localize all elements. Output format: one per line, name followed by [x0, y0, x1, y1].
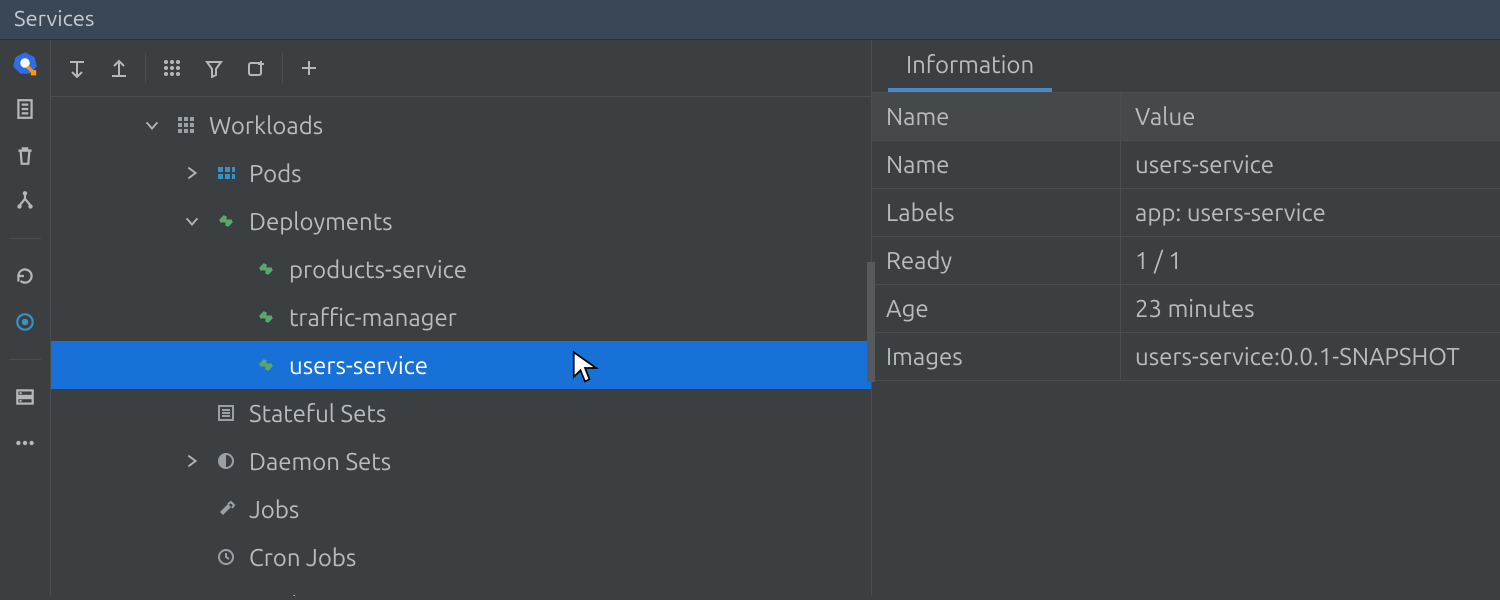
cell-name: Age — [872, 285, 1121, 332]
jobs-icon — [213, 496, 239, 522]
cell-value: users-service:0.0.1-SNAPSHOT — [1121, 333, 1474, 380]
cell-value: 23 minutes — [1121, 285, 1269, 332]
tree-node-deployments[interactable]: Deployments — [51, 197, 871, 245]
workloads-icon — [173, 112, 199, 138]
cell-value: app: users-service — [1121, 189, 1340, 236]
group-by-button[interactable] — [152, 50, 192, 86]
cell-value: 1 / 1 — [1121, 237, 1196, 284]
tree-label: Daemon Sets — [249, 448, 391, 475]
deployment-icon — [253, 352, 279, 378]
scrollbar[interactable] — [867, 262, 875, 382]
target-icon[interactable] — [12, 309, 38, 335]
cell-name: Ready — [872, 237, 1121, 284]
chevron-right-icon — [181, 164, 203, 182]
tree-node-jobs[interactable]: Jobs — [51, 485, 871, 533]
info-table: Name Value Nameusers-serviceLabelsapp: u… — [872, 93, 1500, 596]
panel-title-text: Services — [14, 6, 94, 31]
replica-sets-icon — [213, 592, 239, 596]
tree-toolbar — [51, 40, 871, 97]
cell-name: Name — [872, 141, 1121, 188]
tree-node-deployment-users-service[interactable]: users-service — [51, 341, 871, 389]
chevron-down-icon — [181, 212, 203, 230]
tree-node-pods[interactable]: Pods — [51, 149, 871, 197]
tree-label: traffic-manager — [289, 304, 457, 331]
chevron-down-icon — [141, 116, 163, 134]
daemon-set-icon — [213, 448, 239, 474]
tree: Workloads Pods Deployments products-serv… — [51, 97, 871, 596]
left-gutter — [0, 40, 51, 596]
tree-label: Pods — [249, 160, 302, 187]
table-row[interactable]: Ready1 / 1 — [872, 237, 1500, 285]
kubernetes-icon[interactable] — [12, 50, 38, 76]
tab-label: Information — [906, 51, 1034, 78]
tree-label: Jobs — [249, 496, 299, 523]
cell-name: Labels — [872, 189, 1121, 236]
collapse-all-button[interactable] — [99, 50, 139, 86]
table-row[interactable]: Nameusers-service — [872, 141, 1500, 189]
tree-label: users-service — [289, 352, 428, 379]
table-row[interactable]: Imagesusers-service:0.0.1-SNAPSHOT — [872, 333, 1500, 381]
tree-node-cron-jobs[interactable]: Cron Jobs — [51, 533, 871, 581]
tree-node-replica-sets[interactable]: Replica Sets — [51, 581, 871, 596]
tree-node-deployment-products-service[interactable]: products-service — [51, 245, 871, 293]
pods-icon — [213, 160, 239, 186]
tree-pane: Workloads Pods Deployments products-serv… — [51, 40, 872, 596]
filter-button[interactable] — [194, 50, 234, 86]
info-pane: Information Name Value Nameusers-service… — [872, 40, 1500, 596]
table-header: Name Value — [872, 93, 1500, 141]
stateful-set-icon — [213, 400, 239, 426]
deployment-icon — [253, 304, 279, 330]
tree-node-workloads[interactable]: Workloads — [51, 101, 871, 149]
cron-jobs-icon — [213, 544, 239, 570]
column-name: Name — [872, 93, 1121, 140]
more-icon[interactable] — [12, 430, 38, 456]
tree-label: products-service — [289, 256, 467, 283]
tree-node-stateful-sets[interactable]: Stateful Sets — [51, 389, 871, 437]
tree-label: Deployments — [249, 208, 393, 235]
server-icon[interactable] — [12, 384, 38, 410]
cell-name: Images — [872, 333, 1121, 380]
column-value: Value — [1121, 93, 1209, 140]
tree-node-daemon-sets[interactable]: Daemon Sets — [51, 437, 871, 485]
tree-label: Stateful Sets — [249, 400, 386, 427]
tree-label: Workloads — [209, 112, 323, 139]
trash-icon[interactable] — [12, 142, 38, 168]
deployment-icon — [213, 208, 239, 234]
panel-title: Services — [0, 0, 1500, 40]
chevron-right-icon — [181, 452, 203, 470]
tree-label: Replica Sets — [249, 592, 378, 597]
table-row[interactable]: Age23 minutes — [872, 285, 1500, 333]
open-new-tab-button[interactable] — [236, 50, 276, 86]
cell-value: users-service — [1121, 141, 1288, 188]
deployment-icon — [253, 256, 279, 282]
branch-icon[interactable] — [12, 188, 38, 214]
add-button[interactable] — [289, 50, 329, 86]
tree-label: Cron Jobs — [249, 544, 356, 571]
info-tabs: Information — [872, 40, 1500, 93]
tree-node-deployment-traffic-manager[interactable]: traffic-manager — [51, 293, 871, 341]
table-row[interactable]: Labelsapp: users-service — [872, 189, 1500, 237]
expand-all-button[interactable] — [57, 50, 97, 86]
file-icon[interactable] — [12, 96, 38, 122]
tab-information[interactable]: Information — [888, 41, 1052, 92]
refresh-icon[interactable] — [12, 263, 38, 289]
